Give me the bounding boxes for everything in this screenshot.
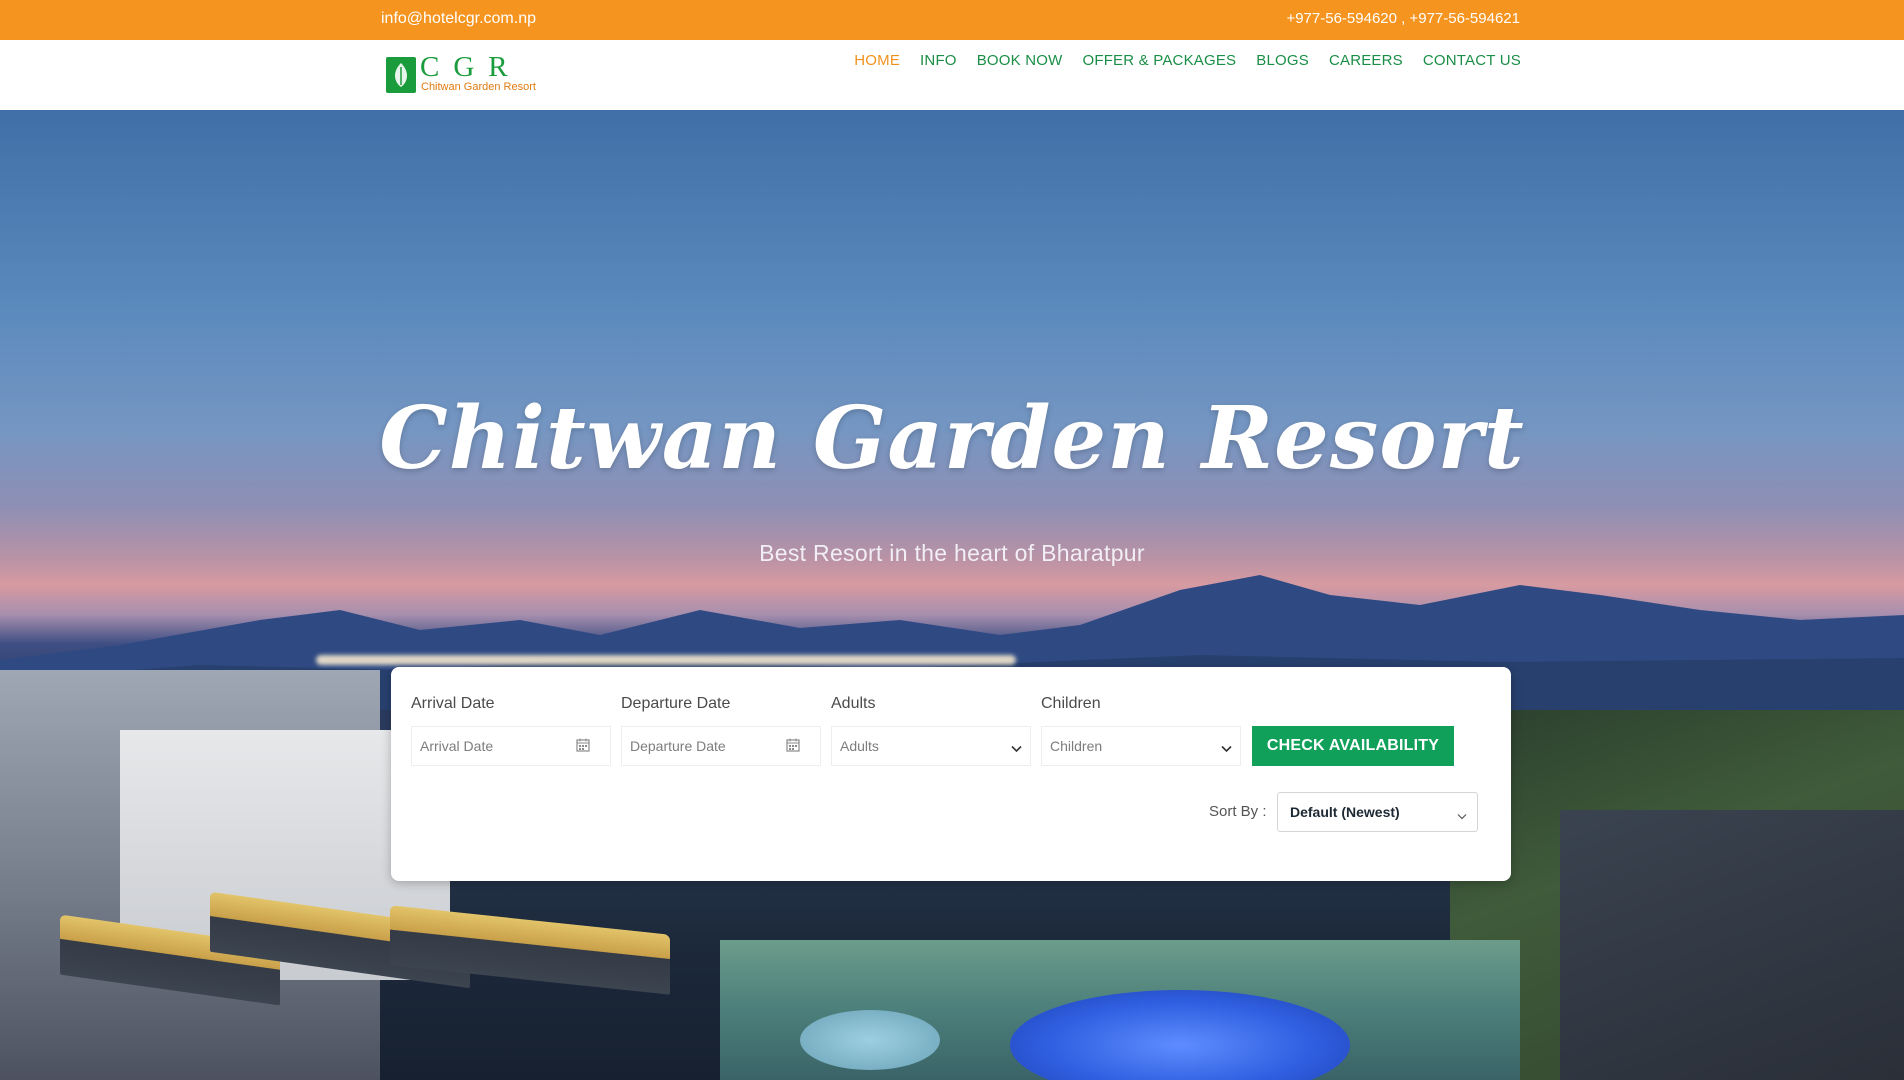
- primary-nav: HOME INFO BOOK NOW OFFER & PACKAGES BLOG…: [854, 52, 1521, 69]
- departure-date-input[interactable]: Departure Date: [621, 726, 821, 766]
- chevron-down-icon: [1221, 740, 1232, 756]
- arrival-date-placeholder: Arrival Date: [420, 738, 494, 754]
- nav-book-now[interactable]: BOOK NOW: [977, 52, 1063, 69]
- calendar-icon: [576, 738, 590, 755]
- sort-by-label: Sort By :: [1209, 803, 1267, 820]
- roof-light-strip: [316, 655, 1016, 665]
- nav-blogs[interactable]: BLOGS: [1256, 52, 1309, 69]
- nav-offer-packages[interactable]: OFFER & PACKAGES: [1082, 52, 1236, 69]
- children-select[interactable]: Children: [1041, 726, 1241, 766]
- check-availability-button[interactable]: CHECK AVAILABILITY: [1252, 726, 1454, 766]
- children-placeholder: Children: [1050, 738, 1103, 754]
- arrival-date-label: Arrival Date: [411, 695, 495, 712]
- contact-email[interactable]: info@hotelcgr.com.np: [381, 10, 536, 28]
- hero-title: Chitwan Garden Resort: [379, 388, 1525, 489]
- chevron-down-icon: [1457, 807, 1467, 825]
- top-info-bar: info@hotelcgr.com.np +977-56-594620 , +9…: [0, 0, 1904, 40]
- hero-banner: Chitwan Garden Resort Best Resort in the…: [0, 110, 1904, 1080]
- nav-careers[interactable]: CAREERS: [1329, 52, 1403, 69]
- sort-by-select[interactable]: Default (Newest): [1277, 792, 1478, 832]
- chevron-down-icon: [1011, 740, 1022, 756]
- booking-form: Arrival Date Arrival Date Departure Date…: [391, 667, 1511, 881]
- leaf-icon: [386, 57, 416, 93]
- site-logo[interactable]: CGR Chitwan Garden Resort: [386, 51, 536, 96]
- parked-buses: [60, 891, 760, 1080]
- logo-letters: CGR: [420, 51, 522, 83]
- children-label: Children: [1041, 695, 1101, 712]
- calendar-icon: [786, 738, 800, 755]
- sort-by-value: Default (Newest): [1290, 804, 1400, 820]
- contact-phone[interactable]: +977-56-594620 , +977-56-594621: [1286, 10, 1520, 27]
- departure-date-label: Departure Date: [621, 695, 731, 712]
- main-navbar: CGR Chitwan Garden Resort HOME INFO BOOK…: [0, 40, 1904, 111]
- adults-placeholder: Adults: [840, 738, 879, 754]
- nav-home[interactable]: HOME: [854, 52, 900, 69]
- adults-select[interactable]: Adults: [831, 726, 1031, 766]
- nav-contact-us[interactable]: CONTACT US: [1423, 52, 1521, 69]
- arrival-date-input[interactable]: Arrival Date: [411, 726, 611, 766]
- departure-date-placeholder: Departure Date: [630, 738, 726, 754]
- hero-subtitle: Best Resort in the heart of Bharatpur: [759, 540, 1145, 566]
- small-pool: [800, 1010, 940, 1070]
- adults-label: Adults: [831, 695, 876, 712]
- road: [1560, 810, 1904, 1080]
- logo-subtitle: Chitwan Garden Resort: [421, 81, 536, 93]
- nav-info[interactable]: INFO: [920, 52, 957, 69]
